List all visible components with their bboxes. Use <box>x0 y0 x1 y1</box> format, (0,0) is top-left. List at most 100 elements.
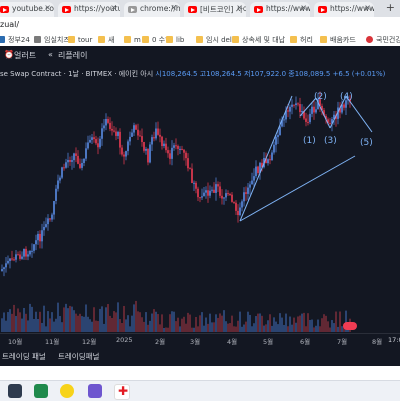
volume-bar <box>121 323 123 332</box>
replay-icon[interactable]: « <box>48 50 53 59</box>
volume-bar <box>7 312 9 332</box>
bookmark-item[interactable]: 상속세 및 대납 <box>232 34 285 46</box>
volume-bar <box>195 317 197 332</box>
bookmark-item[interactable]: 허리 <box>290 34 313 46</box>
volume-bar <box>113 311 115 332</box>
url-text[interactable]: zual/ <box>0 20 19 29</box>
candle-body <box>255 166 257 177</box>
candle-body <box>193 182 195 184</box>
alert-button[interactable]: 얼러트 <box>14 50 36 61</box>
browser-tab[interactable]: chrome://his× <box>124 2 180 17</box>
candle-body <box>257 166 259 173</box>
chart-legend: se Swap Contract · 1날 · BITMEX · 에이킨 아시 … <box>0 69 385 79</box>
browser-tab[interactable]: youtube.com× <box>0 2 54 17</box>
alert-icon[interactable]: ⏰ <box>4 50 14 59</box>
folder-icon <box>124 36 131 43</box>
candle-body <box>51 214 53 220</box>
volume-bar <box>63 307 65 332</box>
wave-line[interactable] <box>315 97 331 129</box>
volume-bar <box>43 305 45 332</box>
volume-bar <box>167 327 169 332</box>
candle-body <box>221 195 223 199</box>
wave-label-4: (4) <box>340 92 353 102</box>
trend-channel-line[interactable] <box>239 155 356 222</box>
candle-body <box>107 119 109 123</box>
bookmark-label: tour <box>78 36 93 44</box>
candle-body <box>307 121 309 123</box>
volume-bar <box>169 314 171 332</box>
bookmark-item[interactable]: 정부24 <box>0 34 30 46</box>
price-chart[interactable]: se Swap Contract · 1날 · BITMEX · 에이킨 아시 … <box>0 66 400 333</box>
candle-body <box>293 104 295 106</box>
volume-bar <box>131 315 133 332</box>
volume-bar <box>271 325 273 332</box>
taskbar-app-icon[interactable] <box>8 384 22 398</box>
volume-bar <box>119 319 121 332</box>
candle-body <box>25 248 27 257</box>
candle-body <box>73 153 75 161</box>
candle-body <box>277 135 279 138</box>
candle-body <box>11 258 13 260</box>
chrome-icon <box>128 6 137 13</box>
candle-body <box>201 196 203 198</box>
candle-body <box>313 106 315 113</box>
wave-label-3: (3) <box>324 136 337 146</box>
trading-panel-tab[interactable]: 트레이딩 패널 <box>2 351 46 362</box>
candle-body <box>297 103 299 105</box>
volume-bar <box>85 304 87 332</box>
browser-tab[interactable]: https://www.y× <box>314 2 374 17</box>
volume-bar <box>87 316 89 332</box>
youtube-icon <box>254 6 263 13</box>
candle-body <box>135 125 137 130</box>
bookmark-item[interactable]: 새 <box>98 34 114 46</box>
volume-bar <box>243 324 245 332</box>
trading-panel-tab-2[interactable]: 트레이딩패널 <box>58 351 99 362</box>
close-tab-icon[interactable]: × <box>110 3 117 12</box>
browser-tab[interactable]: https://www.y× <box>250 2 310 17</box>
close-tab-icon[interactable]: × <box>170 3 177 12</box>
volume-bar <box>319 326 321 332</box>
tradingview-toolbar: ⏰ 얼러트 « 리플레이 <box>0 46 400 67</box>
folder-icon <box>68 36 75 43</box>
folder-icon <box>232 36 239 43</box>
close-tab-icon[interactable]: × <box>236 3 243 12</box>
volume-bar <box>157 314 159 332</box>
volume-bar <box>69 305 71 332</box>
candle-body <box>43 226 45 231</box>
volume-bar <box>3 312 5 332</box>
bookmark-item[interactable]: lib <box>166 34 184 46</box>
volume-bar <box>115 312 117 332</box>
settings-gear-icon[interactable] <box>88 384 102 398</box>
close-tab-icon[interactable]: × <box>44 3 51 12</box>
bookmark-item[interactable]: m <box>124 34 141 46</box>
plus-app-icon[interactable]: ✚ <box>114 384 130 400</box>
bottom-panel: 트레이딩 패널 트레이딩패널 <box>0 346 400 366</box>
replay-button[interactable]: 리플레이 <box>58 50 87 61</box>
volume-bar <box>311 319 313 332</box>
browser-tab[interactable]: [비트코인] 사이 × <box>184 2 246 17</box>
address-bar[interactable]: zual/ <box>0 17 400 34</box>
taskbar-app-icon[interactable] <box>34 384 48 398</box>
candle-body <box>273 144 275 153</box>
kakaotalk-icon[interactable] <box>60 384 74 398</box>
close-tab-icon[interactable]: × <box>300 3 307 12</box>
new-tab-icon[interactable]: + <box>386 1 395 14</box>
bookmark-item[interactable]: 임시 del <box>196 34 232 46</box>
volume-bar <box>327 321 329 332</box>
wave-label-2: (2) <box>314 92 327 102</box>
close-tab-icon[interactable]: × <box>364 3 371 12</box>
time-axis[interactable]: 10월 11월 12월 2025 2월 3월 4월 5월 6월 7월 8월 17… <box>0 333 400 347</box>
volume-bar <box>231 315 233 332</box>
browser-tab[interactable]: https://youtu × <box>58 2 120 17</box>
volume-bar <box>151 313 153 332</box>
trend-channel-line[interactable] <box>239 95 293 222</box>
bookmark-item[interactable]: 국민건강 <box>366 34 400 46</box>
bookmark-item[interactable]: 임실치즈 <box>34 34 70 46</box>
volume-bar <box>293 317 295 332</box>
symbol-title: se Swap Contract · 1날 · BITMEX · 에이킨 아시 <box>0 70 154 78</box>
candle-body <box>239 207 241 216</box>
bookmark-item[interactable]: tour <box>68 34 92 46</box>
candle-body <box>151 137 153 145</box>
volume-bar <box>21 318 23 332</box>
bookmark-item[interactable]: 배움카드 <box>320 34 356 46</box>
